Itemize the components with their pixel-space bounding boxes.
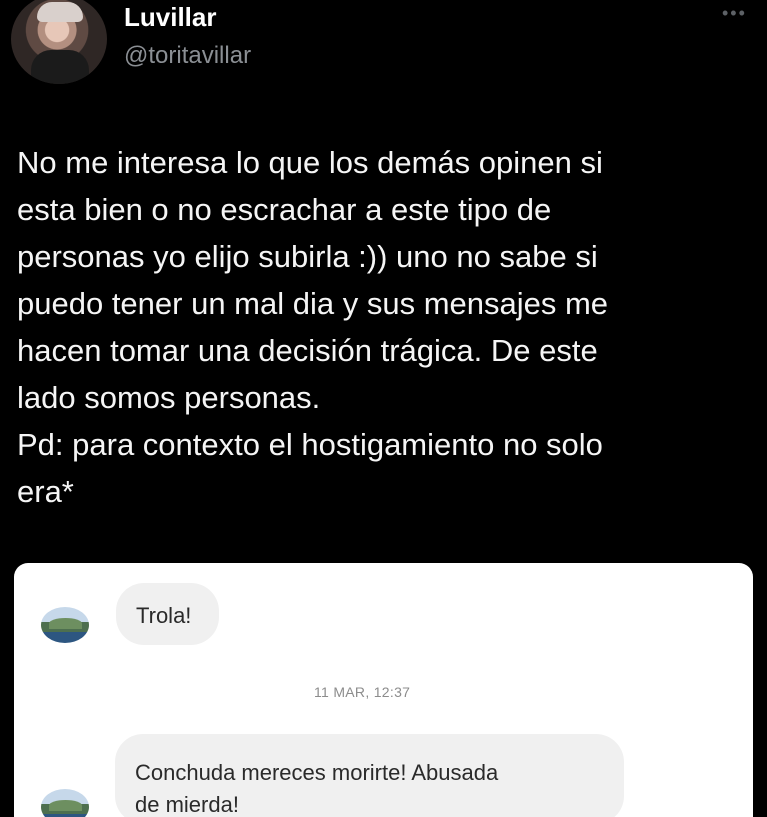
tweet-line: Pd: para contexto el hostigamiento no so… xyxy=(17,427,603,462)
tweet-line: hacen tomar una decisión trágica. De est… xyxy=(17,333,598,368)
sender-avatar xyxy=(41,789,89,817)
tweet-line: esta bien o no escrachar a este tipo de xyxy=(17,192,552,227)
message-text-line: Conchuda mereces morirte! Abusada xyxy=(135,760,499,785)
tweet-line: No me interesa lo que los demás opinen s… xyxy=(17,145,603,180)
tweet-line: lado somos personas. xyxy=(17,380,321,415)
tweet-line: personas yo elijo subirla :)) uno no sab… xyxy=(17,239,598,274)
tweet-header: ? Luvillar @toritavillar ••• xyxy=(0,0,767,90)
message-timestamp: 11 MAR, 12:37 xyxy=(314,684,411,700)
screenshot-embed[interactable]: Trola! 11 MAR, 12:37 Conchuda mereces mo… xyxy=(14,563,753,817)
tweet-line: era* xyxy=(17,474,74,509)
more-options-icon[interactable]: ••• xyxy=(722,4,747,22)
message-bubble: Trola! xyxy=(116,583,219,645)
avatar-hat xyxy=(37,2,83,22)
avatar-shirt xyxy=(31,50,89,84)
message-bubble: Conchuda mereces morirte! Abusada de mie… xyxy=(115,734,624,817)
sender-avatar xyxy=(41,607,89,643)
display-name[interactable]: Luvillar xyxy=(124,3,216,31)
message-text: Trola! xyxy=(136,603,192,628)
avatar-question-mark: ? xyxy=(98,0,107,9)
avatar-hill xyxy=(49,618,82,629)
avatar-hill xyxy=(49,800,82,811)
profile-avatar[interactable]: ? xyxy=(11,0,107,84)
tweet-text: No me interesa lo que los demás opinen s… xyxy=(17,139,717,515)
user-handle[interactable]: @toritavillar xyxy=(124,42,251,70)
message-text-line: de mierda! xyxy=(135,792,239,817)
tweet-line: puedo tener un mal dia y sus mensajes me xyxy=(17,286,609,321)
